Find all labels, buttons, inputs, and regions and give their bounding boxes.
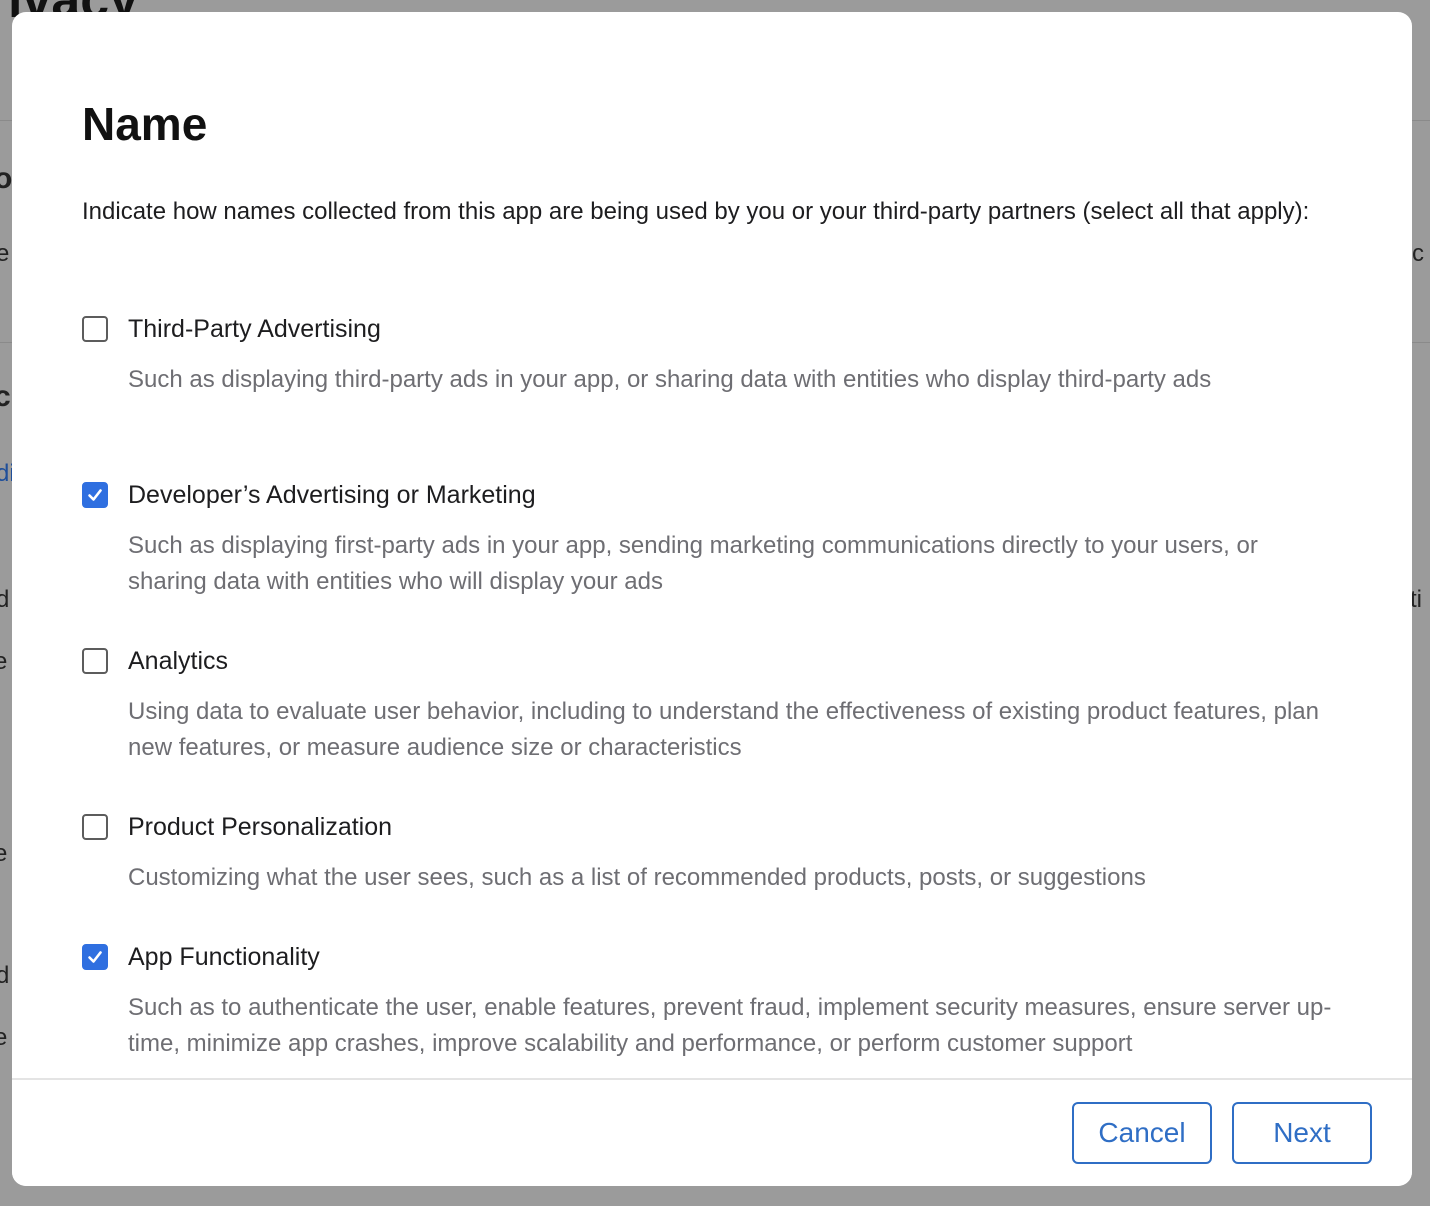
background-text-fragment: e (0, 840, 8, 867)
option-label[interactable]: Product Personalization (128, 812, 392, 842)
purpose-dialog: Name Indicate how names collected from t… (12, 12, 1412, 1186)
option-label[interactable]: Developer’s Advertising or Marketing (128, 480, 536, 510)
option-description: Such as displaying third-party ads in yo… (128, 366, 1212, 393)
checkbox-analytics[interactable] (82, 648, 108, 674)
background-text-fragment: e (0, 240, 10, 267)
checkbox-third-party-advertising[interactable] (82, 316, 108, 342)
cancel-button[interactable]: Cancel (1072, 1102, 1212, 1164)
checkmark-icon (88, 489, 102, 501)
checkbox-product-personalization[interactable] (82, 814, 108, 840)
background-text-fragment: e (0, 1024, 8, 1051)
option-label[interactable]: Analytics (128, 646, 228, 676)
dialog-title: Name (82, 98, 208, 150)
background-text-fragment: e (0, 648, 8, 675)
dialog-instructions: Indicate how names collected from this a… (82, 198, 1310, 225)
option-description: Such as to authenticate the user, enable… (128, 994, 1332, 1057)
background-text-fragment: c (0, 380, 11, 413)
option-label[interactable]: App Functionality (128, 942, 320, 972)
option-description: Such as displaying first-party ads in yo… (128, 532, 1258, 595)
background-text-fragment: d (0, 586, 10, 613)
option-label[interactable]: Third-Party Advertising (128, 314, 381, 344)
checkbox-developers-advertising[interactable] (82, 482, 108, 508)
option-description: Using data to evaluate user behavior, in… (128, 698, 1319, 761)
dialog-footer: Cancel Next (12, 1078, 1412, 1186)
background-text-fragment: o (0, 162, 13, 195)
checkmark-icon (88, 951, 102, 963)
background-text-fragment: d (0, 962, 10, 989)
dialog-body: Name Indicate how names collected from t… (12, 12, 1412, 1078)
option-description: Customizing what the user sees, such as … (128, 864, 1146, 891)
background-text-fragment: c (1412, 240, 1424, 267)
checkbox-app-functionality[interactable] (82, 944, 108, 970)
next-button[interactable]: Next (1232, 1102, 1372, 1164)
